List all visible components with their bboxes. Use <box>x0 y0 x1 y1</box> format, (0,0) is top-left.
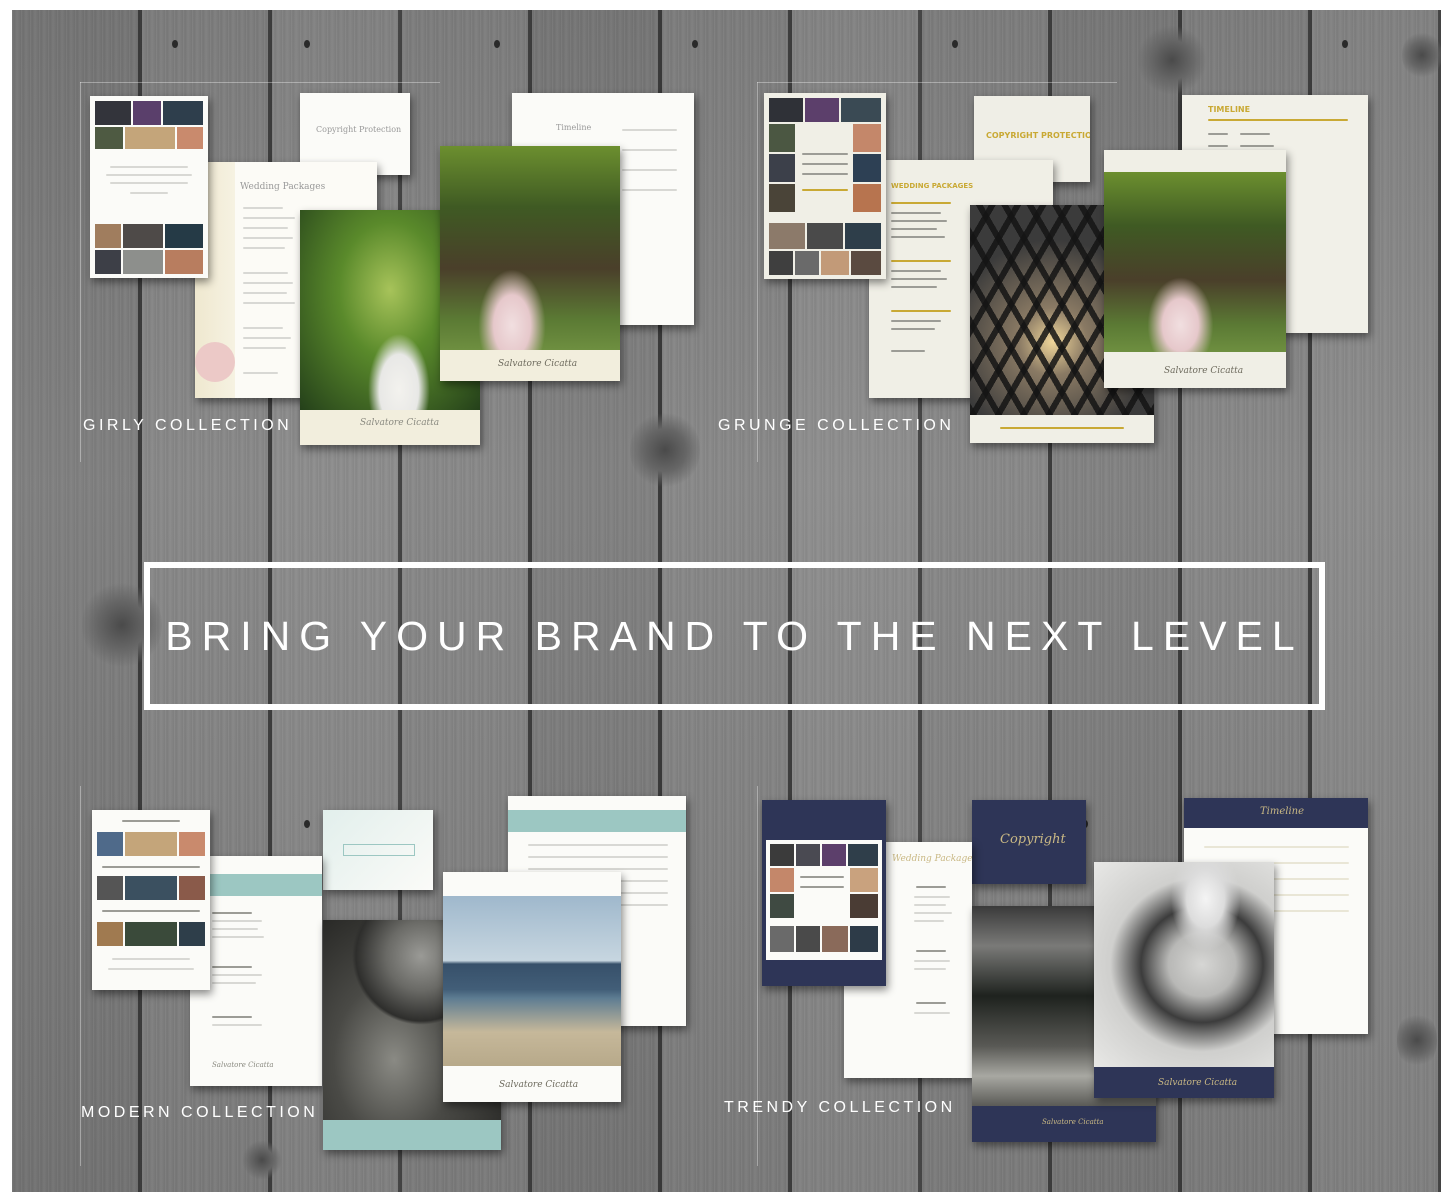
bride-portrait-photo <box>1094 862 1274 1067</box>
girly-collage-card <box>90 96 208 278</box>
trendy-packages-title: Wedding Packages <box>892 854 972 864</box>
modern-couple-page: Salvatore Cicatta <box>443 872 621 1102</box>
girly-couple-signature: Salvatore Cicatta <box>498 359 578 369</box>
nail <box>304 820 310 828</box>
wood-knot <box>1397 1010 1437 1070</box>
trendy-copyright-title: Copyright <box>1000 832 1066 847</box>
modern-packages-signature: Salvatore Cicatta <box>212 1061 274 1069</box>
trendy-beach-signature: Salvatore Cicatta <box>1042 1118 1104 1126</box>
girly-copyright-title: Copyright Protection <box>316 125 402 134</box>
girly-packages-title: Wedding Packages <box>240 182 326 192</box>
headline-text: BRING YOUR BRAND TO THE NEXT LEVEL <box>165 612 1304 659</box>
wood-knot <box>630 410 700 490</box>
nail <box>494 40 500 48</box>
modern-copyright-page <box>323 810 433 890</box>
headline-banner: BRING YOUR BRAND TO THE NEXT LEVEL <box>144 562 1325 710</box>
couple-photo <box>440 146 620 350</box>
modern-collection-label: MODERN COLLECTION <box>81 1104 319 1121</box>
trendy-copyright-page: Copyright <box>972 800 1086 884</box>
wood-background: Timeline Copyright Protection Wedding Pa… <box>12 10 1441 1192</box>
grunge-collage-card <box>764 93 886 279</box>
girly-timeline-title: Timeline <box>556 123 592 132</box>
grunge-couple-page: Salvatore Cicatta <box>1104 150 1286 388</box>
girly-signature: Salvatore Cicatta <box>360 418 440 428</box>
trendy-collage-card <box>762 800 886 986</box>
nail <box>304 40 310 48</box>
trendy-collection-label: TRENDY COLLECTION <box>724 1099 956 1116</box>
grunge-copyright-title: COPYRIGHT PROTECTION <box>986 131 1090 140</box>
grunge-couple-photo <box>1104 172 1286 352</box>
girly-collection-label: GIRLY COLLECTION <box>83 417 293 434</box>
trendy-timeline-title: Timeline <box>1260 806 1305 817</box>
modern-collage-card <box>92 810 210 990</box>
city-couple-photo <box>443 896 621 1066</box>
trendy-bride-page: Salvatore Cicatta <box>1094 862 1274 1098</box>
grunge-signature: Salvatore Cicatta <box>1164 366 1244 376</box>
grunge-packages-title: WEDDING PACKAGES <box>891 182 974 190</box>
grunge-collection-label: GRUNGE COLLECTION <box>718 417 955 434</box>
wood-knot <box>242 1140 282 1180</box>
grunge-timeline-title: TIMELINE <box>1208 105 1251 114</box>
modern-signature: Salvatore Cicatta <box>499 1080 579 1090</box>
nail <box>1342 40 1348 48</box>
wood-knot <box>1137 25 1207 95</box>
wood-knot <box>1402 30 1441 80</box>
nail <box>172 40 178 48</box>
girly-couple-page: Salvatore Cicatta <box>440 146 620 381</box>
nail <box>952 40 958 48</box>
nail <box>692 40 698 48</box>
trendy-signature: Salvatore Cicatta <box>1158 1078 1238 1088</box>
